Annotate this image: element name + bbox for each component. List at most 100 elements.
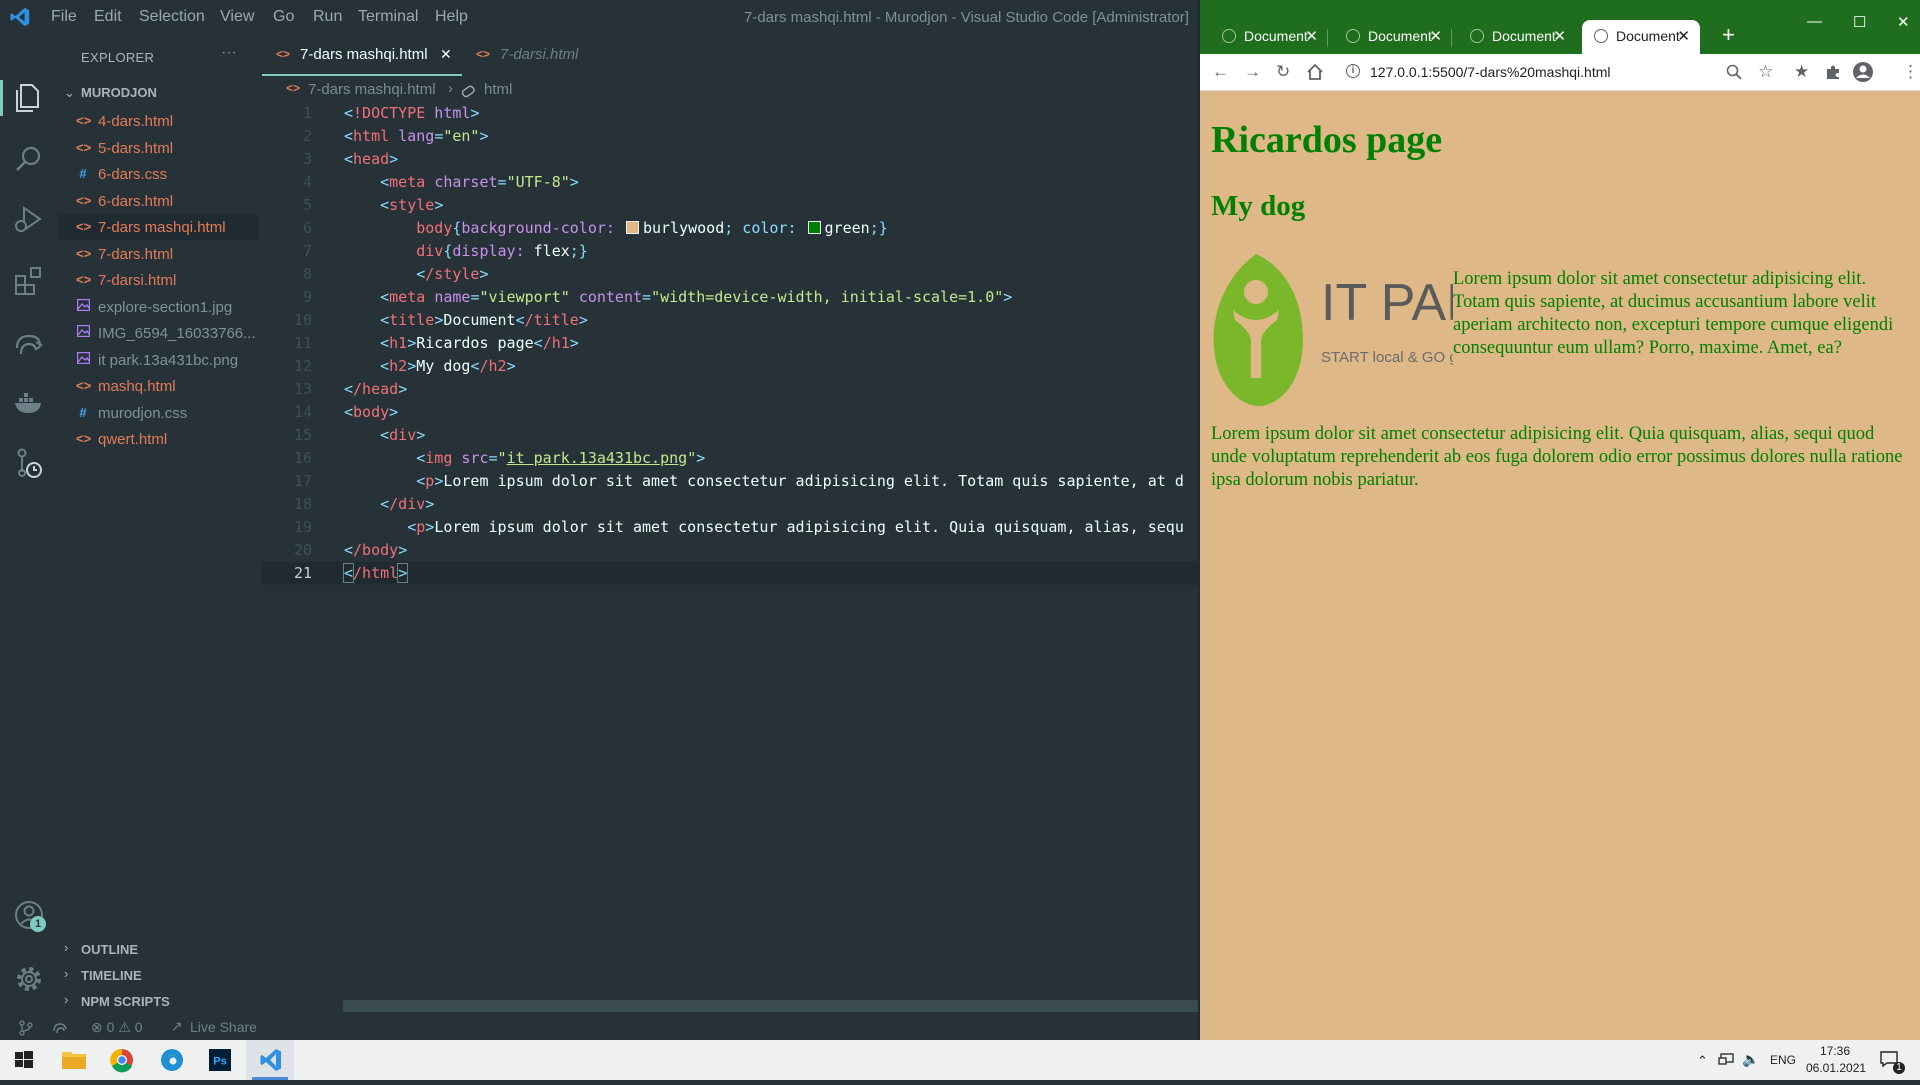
windows-start-icon[interactable] xyxy=(0,1040,48,1080)
bookmark-star-icon[interactable]: ☆ xyxy=(1758,62,1773,82)
clock-date[interactable]: 06.01.2021 xyxy=(1806,1061,1866,1075)
workspace-folder[interactable]: ⌄ MURODJON xyxy=(58,81,262,105)
menu-view[interactable]: View xyxy=(220,8,254,26)
home-icon[interactable] xyxy=(1306,63,1324,81)
menu-file[interactable]: File xyxy=(51,8,77,26)
line-number: 2 xyxy=(302,127,312,145)
tab-7-darsi[interactable]: <> 7-darsi.html xyxy=(462,34,602,76)
browser-tab[interactable]: Document ✕ xyxy=(1458,20,1576,54)
clock-time[interactable]: 17:36 xyxy=(1820,1044,1850,1058)
menu-go[interactable]: Go xyxy=(273,8,294,26)
menu-help[interactable]: Help xyxy=(435,8,468,26)
file-item[interactable]: IMG_6594_16033766... xyxy=(58,320,258,346)
source-control-branch-icon[interactable] xyxy=(18,1020,34,1036)
file-item[interactable]: <> 7-darsi.html xyxy=(58,267,258,293)
file-item[interactable]: <> 7-dars.html xyxy=(58,241,258,267)
browser-tab[interactable]: Document ✕ xyxy=(1582,20,1700,54)
accounts-icon[interactable]: 1 xyxy=(12,898,46,932)
rendered-page: Ricardos page My dog IT PARK START local… xyxy=(1200,90,1920,1040)
line-number: 13 xyxy=(293,380,312,398)
minimize-button[interactable]: — xyxy=(1807,13,1822,30)
tab-close-icon[interactable]: ✕ xyxy=(1553,27,1566,45)
css-file-icon: # xyxy=(79,404,87,420)
vscode-taskbar-button[interactable] xyxy=(246,1040,294,1080)
extension-bookmark-icon[interactable]: ★ xyxy=(1794,62,1809,82)
zoom-icon[interactable] xyxy=(1726,64,1742,80)
tab-close-icon[interactable]: ✕ xyxy=(1677,27,1690,45)
remote-explorer-icon[interactable] xyxy=(12,326,46,360)
menu-terminal[interactable]: Terminal xyxy=(358,8,418,26)
docker-icon[interactable] xyxy=(12,386,46,420)
language-indicator[interactable]: ENG xyxy=(1770,1053,1796,1067)
address-bar[interactable]: i 127.0.0.1:5500/7-dars%20mashqi.html xyxy=(1340,58,1750,86)
line-number: 4 xyxy=(302,173,312,191)
file-item[interactable]: <> mashq.html xyxy=(58,373,258,399)
new-tab-button[interactable]: + xyxy=(1722,22,1735,48)
chrome-menu-kebab-icon[interactable]: ⋮ xyxy=(1902,62,1919,82)
code-editor[interactable]: 1 <!DOCTYPE html> 2 <html lang="en"> 3 <hea… xyxy=(262,102,1198,1002)
file-item[interactable]: <> 6-dars.html xyxy=(58,188,258,214)
file-name: murodjon.css xyxy=(98,404,188,422)
extensions-icon[interactable] xyxy=(12,264,46,298)
code-line: 7 div{display: flex;} xyxy=(262,240,1198,263)
color-swatch-burlywood[interactable] xyxy=(625,221,639,234)
menu-selection[interactable]: Selection xyxy=(139,8,205,26)
back-arrow-icon[interactable]: ← xyxy=(1212,62,1229,82)
tab-7-dars-mashqi[interactable]: <> 7-dars mashqi.html ✕ xyxy=(262,34,462,76)
flex-container: IT PARK START local & GO global Lorem ip… xyxy=(1211,248,1911,408)
line-number: 16 xyxy=(293,449,312,467)
line-number: 19 xyxy=(293,518,312,536)
close-window-button[interactable]: ✕ xyxy=(1897,13,1910,31)
forward-arrow-icon[interactable]: → xyxy=(1244,62,1261,82)
profile-avatar-icon[interactable] xyxy=(1852,61,1874,83)
section-npm-scripts[interactable]: › NPM SCRIPTS xyxy=(58,989,262,1013)
volume-icon[interactable]: 🔈 xyxy=(1742,1051,1759,1068)
color-swatch-green[interactable] xyxy=(807,221,821,234)
search-icon[interactable] xyxy=(12,142,46,176)
tab-close-icon[interactable]: ✕ xyxy=(1305,27,1318,45)
html-file-icon: <> xyxy=(76,431,92,446)
image-src-link[interactable]: it park.13a431bc.png xyxy=(507,449,688,467)
edge-icon[interactable] xyxy=(148,1040,196,1080)
problems-indicator[interactable]: ⊗ 0 ⚠ 0 xyxy=(91,1019,143,1036)
site-info-icon[interactable]: i xyxy=(1346,64,1360,78)
breadcrumb-separator: › xyxy=(448,80,453,97)
file-item[interactable]: <> 5-dars.html xyxy=(58,135,258,161)
breadcrumb: <> 7-dars mashqi.html › html xyxy=(262,80,1198,102)
file-name: mashq.html xyxy=(98,378,176,395)
chrome-taskbar-icon[interactable] xyxy=(98,1040,146,1080)
explorer-files-icon[interactable] xyxy=(12,80,46,114)
settings-gear-icon[interactable] xyxy=(12,962,46,996)
live-share-button[interactable]: Live Share xyxy=(190,1019,257,1035)
photoshop-icon[interactable]: Ps xyxy=(196,1040,244,1080)
extensions-puzzle-icon[interactable] xyxy=(1824,63,1842,81)
file-item[interactable]: <> 7-dars mashqi.html xyxy=(58,214,258,240)
menu-edit[interactable]: Edit xyxy=(94,8,122,26)
source-control-history-icon[interactable] xyxy=(12,446,46,480)
browser-tab[interactable]: Document ✕ xyxy=(1210,20,1328,54)
file-item[interactable]: it park.13a431bc.png xyxy=(58,347,258,373)
file-item[interactable]: <> qwert.html xyxy=(58,426,258,452)
menu-run[interactable]: Run xyxy=(313,8,342,26)
browser-tab[interactable]: Document ✕ xyxy=(1334,20,1452,54)
editor-horizontal-scrollbar[interactable] xyxy=(343,1000,1198,1012)
breadcrumb-symbol[interactable]: html xyxy=(484,81,512,98)
network-icon[interactable] xyxy=(1718,1053,1734,1067)
section-outline[interactable]: › OUTLINE xyxy=(58,937,262,961)
reload-icon[interactable]: ↻ xyxy=(1276,62,1290,82)
file-item[interactable]: <> 4-dars.html xyxy=(58,108,258,134)
tray-overflow-chevron-icon[interactable]: ⌃ xyxy=(1697,1053,1708,1069)
file-explorer-icon[interactable] xyxy=(50,1040,98,1080)
tab-close-icon[interactable]: ✕ xyxy=(1429,27,1442,45)
breadcrumb-file[interactable]: 7-dars mashqi.html xyxy=(308,81,436,98)
section-timeline[interactable]: › TIMELINE xyxy=(58,963,262,987)
explorer-more-actions-icon[interactable]: ··· xyxy=(221,44,237,62)
maximize-button[interactable]: ☐ xyxy=(1853,13,1866,31)
file-item[interactable]: explore-section1.jpg xyxy=(58,294,258,320)
sync-icon[interactable] xyxy=(52,1021,68,1035)
run-debug-icon[interactable] xyxy=(12,202,46,236)
file-item[interactable]: # murodjon.css xyxy=(58,400,258,426)
file-item[interactable]: #6-dars.css xyxy=(58,161,258,187)
tab-close-icon[interactable]: ✕ xyxy=(440,46,452,63)
code-line: 18 </div> xyxy=(262,493,1198,516)
